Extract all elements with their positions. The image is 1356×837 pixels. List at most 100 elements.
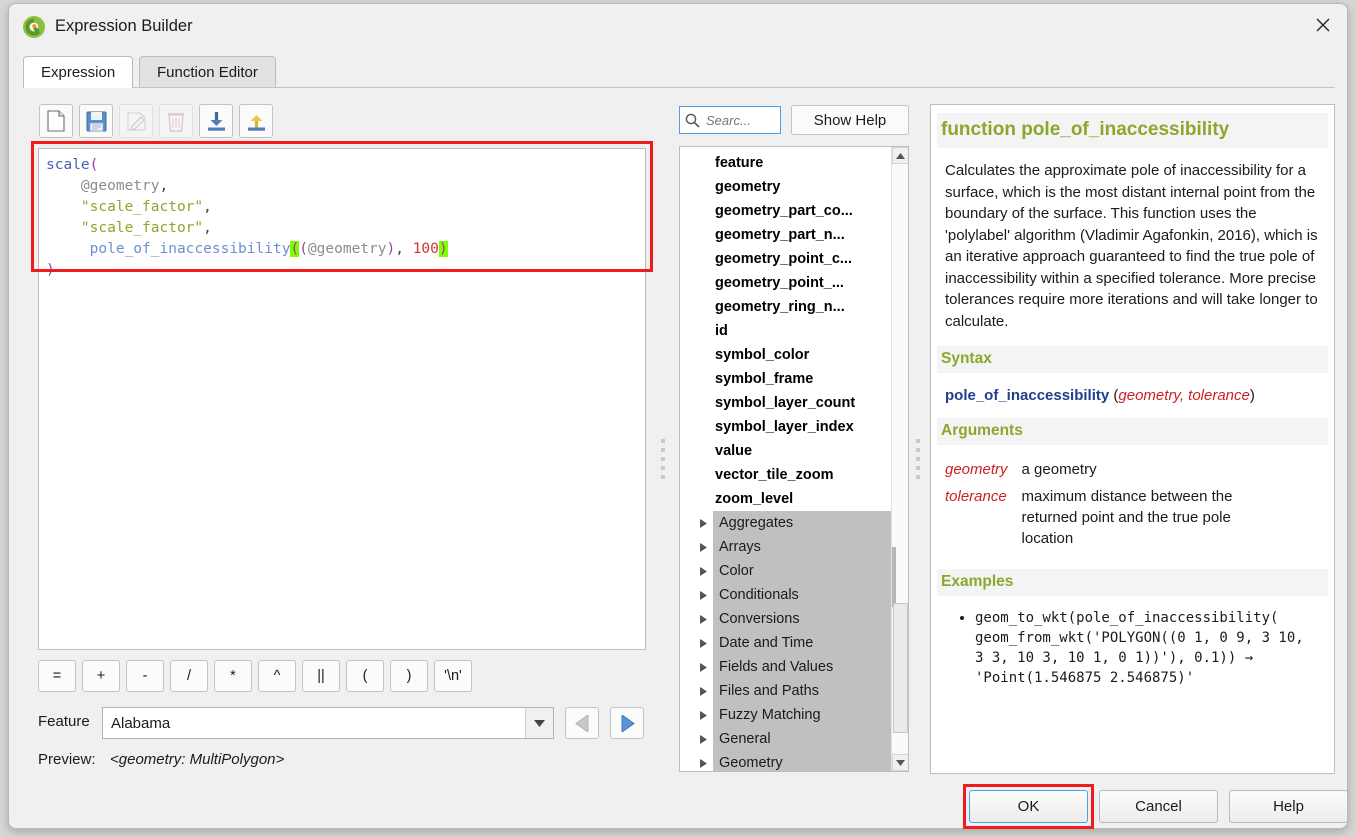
help-button[interactable]: Help xyxy=(1229,790,1348,823)
expand-triangle-icon[interactable] xyxy=(695,567,711,576)
function-list-item[interactable]: geometry_ring_n... xyxy=(680,295,892,319)
function-list-item[interactable]: geometry_part_n... xyxy=(680,223,892,247)
expression-token xyxy=(46,220,81,236)
function-list-item[interactable]: value xyxy=(680,439,892,463)
expand-triangle-icon[interactable] xyxy=(695,543,711,552)
expand-triangle-icon[interactable] xyxy=(695,759,711,768)
expand-triangle-icon[interactable] xyxy=(695,711,711,720)
function-group-item[interactable]: General xyxy=(680,727,892,751)
function-list-item[interactable]: geometry_point_c... xyxy=(680,247,892,271)
operator-button-label: ( xyxy=(363,668,368,684)
operator-button-label: * xyxy=(230,668,236,684)
help-argument-name: tolerance xyxy=(945,486,1022,555)
function-list-item[interactable]: symbol_layer_index xyxy=(680,415,892,439)
function-list-item[interactable]: symbol_frame xyxy=(680,367,892,391)
operator-button-5[interactable]: ^ xyxy=(258,660,296,692)
function-group-label: Date and Time xyxy=(713,631,892,655)
operator-button-9[interactable]: '\n' xyxy=(434,660,472,692)
cancel-button-label: Cancel xyxy=(1135,798,1182,815)
operator-button-2[interactable]: - xyxy=(126,660,164,692)
expand-triangle-icon[interactable] xyxy=(695,639,711,648)
help-panel: function pole_of_inaccessibility Calcula… xyxy=(930,104,1335,774)
function-group-item[interactable]: Fields and Values xyxy=(680,655,892,679)
scrollbar-thumb[interactable] xyxy=(893,603,908,733)
function-list-scrollbar[interactable] xyxy=(891,147,908,771)
operator-button-8[interactable]: ) xyxy=(390,660,428,692)
save-expression-button[interactable] xyxy=(79,104,113,138)
operator-button-6[interactable]: || xyxy=(302,660,340,692)
expand-triangle-icon[interactable] xyxy=(695,519,711,528)
function-group-item[interactable]: Aggregates xyxy=(680,511,892,535)
operator-button-7[interactable]: ( xyxy=(346,660,384,692)
tab-function-editor[interactable]: Function Editor xyxy=(139,56,276,88)
scroll-down-arrow-icon[interactable] xyxy=(892,754,909,771)
chevron-down-icon[interactable] xyxy=(525,708,553,738)
function-list-items: featuregeometrygeometry_part_co...geomet… xyxy=(680,147,892,772)
function-group-item[interactable]: Conversions xyxy=(680,607,892,631)
splitter-left[interactable] xyxy=(657,144,669,774)
cancel-button[interactable]: Cancel xyxy=(1099,790,1218,823)
function-group-item[interactable]: Files and Paths xyxy=(680,679,892,703)
close-icon[interactable] xyxy=(1299,4,1347,46)
next-feature-button[interactable] xyxy=(610,707,644,739)
splitter-handle-dots xyxy=(661,439,665,479)
function-group-item[interactable]: Fuzzy Matching xyxy=(680,703,892,727)
ok-button[interactable]: OK xyxy=(969,790,1088,823)
search-input-wrapper[interactable] xyxy=(679,106,781,134)
operator-button-4[interactable]: * xyxy=(214,660,252,692)
expression-token: @geometry xyxy=(81,178,160,194)
function-list-item[interactable]: geometry_point_... xyxy=(680,271,892,295)
help-arguments-heading: Arguments xyxy=(937,418,1328,445)
function-list-item[interactable]: geometry_part_co... xyxy=(680,199,892,223)
expand-triangle-icon[interactable] xyxy=(695,591,711,600)
function-list-item[interactable]: zoom_level xyxy=(680,487,892,511)
function-list-item[interactable]: symbol_color xyxy=(680,343,892,367)
expand-triangle-icon[interactable] xyxy=(695,663,711,672)
splitter-right[interactable] xyxy=(912,144,924,774)
expression-token: , xyxy=(203,220,212,236)
function-group-item[interactable]: Geometry xyxy=(680,751,892,772)
expression-token: "scale_factor" xyxy=(81,199,203,215)
edit-expression-button xyxy=(119,104,153,138)
operator-button-0[interactable]: = xyxy=(38,660,76,692)
help-syntax-heading: Syntax xyxy=(937,346,1328,373)
function-group-item[interactable]: Arrays xyxy=(680,535,892,559)
function-group-label: General xyxy=(713,727,892,751)
function-list-item[interactable]: feature xyxy=(680,151,892,175)
function-group-item[interactable]: Conditionals xyxy=(680,583,892,607)
tab-expression[interactable]: Expression xyxy=(23,56,133,88)
operator-button-3[interactable]: / xyxy=(170,660,208,692)
scroll-up-arrow-icon[interactable] xyxy=(892,147,909,164)
preview-label: Preview: xyxy=(38,751,96,768)
function-list-item[interactable]: symbol_layer_count xyxy=(680,391,892,415)
help-argument-description: a geometry xyxy=(1022,459,1272,486)
feature-label: Feature xyxy=(38,713,90,730)
expand-triangle-icon[interactable] xyxy=(695,687,711,696)
function-group-label: Conversions xyxy=(713,607,892,631)
new-expression-button[interactable] xyxy=(39,104,73,138)
expression-token: ( xyxy=(290,241,299,257)
splitter-handle-dots xyxy=(916,439,920,479)
search-input[interactable] xyxy=(704,112,760,129)
expand-triangle-icon[interactable] xyxy=(695,735,711,744)
function-list-item[interactable]: geometry xyxy=(680,175,892,199)
expression-token: , xyxy=(160,178,169,194)
previous-feature-button[interactable] xyxy=(565,707,599,739)
show-help-button[interactable]: Show Help xyxy=(791,105,909,135)
function-list-item[interactable]: vector_tile_zoom xyxy=(680,463,892,487)
function-group-item[interactable]: Color xyxy=(680,559,892,583)
expression-text-editor[interactable]: scale( @geometry, "scale_factor", "scale… xyxy=(38,148,646,650)
feature-combo-box[interactable]: Alabama xyxy=(102,707,554,739)
export-expression-button[interactable] xyxy=(239,104,273,138)
operator-button-1[interactable]: + xyxy=(82,660,120,692)
help-title: function pole_of_inaccessibility xyxy=(937,113,1328,148)
expand-triangle-icon[interactable] xyxy=(695,615,711,624)
ok-button-label: OK xyxy=(1018,798,1040,815)
import-expression-button[interactable] xyxy=(199,104,233,138)
function-group-item[interactable]: Date and Time xyxy=(680,631,892,655)
function-list[interactable]: featuregeometrygeometry_part_co...geomet… xyxy=(679,146,909,772)
show-help-label: Show Help xyxy=(814,112,887,129)
tab-function-editor-label: Function Editor xyxy=(157,64,258,81)
function-list-item[interactable]: id xyxy=(680,319,892,343)
function-group-label: Fuzzy Matching xyxy=(713,703,892,727)
